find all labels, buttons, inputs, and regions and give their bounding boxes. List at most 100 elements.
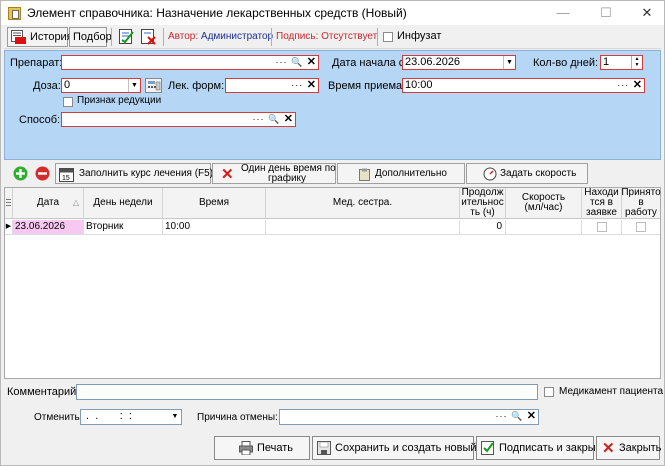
select-dots-icon[interactable]: ··· (276, 57, 288, 67)
bottom-panel: Комментарий: Медикамент пациента Отменит… (4, 380, 663, 464)
selection-button[interactable]: Подбор (69, 27, 112, 47)
fill-course-button[interactable]: 15 Заполнить курс лечения (F5) (55, 163, 213, 184)
clear-icon[interactable]: ✕ (527, 410, 537, 422)
column-header-nurse[interactable]: Мед. сестра. (266, 188, 460, 219)
chevron-down-icon[interactable]: ▼ (503, 56, 515, 69)
form-icon (8, 7, 21, 20)
column-header-accepted[interactable]: Принято в работу (621, 188, 661, 219)
search-icon[interactable]: 🔍 (291, 57, 303, 67)
cell-date[interactable]: 23.06.2026 (13, 220, 84, 235)
toolbar-separator (111, 28, 112, 46)
sign-doc-icon[interactable] (118, 28, 135, 45)
cell-weekday[interactable]: Вторник (84, 220, 163, 235)
column-header-weekday[interactable]: День недели (84, 188, 163, 219)
cell-time[interactable]: 10:00 (163, 220, 266, 235)
maximize-button[interactable]: ☐ (598, 5, 614, 21)
window-title: Элемент справочника: Назначение лекарств… (27, 6, 407, 20)
method-input[interactable]: ··· 🔍 ✕ (61, 112, 296, 127)
comment-input[interactable] (76, 384, 538, 400)
time-input[interactable]: 10:00 ··· ✕ (402, 78, 645, 93)
select-dots-icon[interactable]: ··· (496, 411, 508, 421)
additional-button[interactable]: Дополнительно (337, 163, 465, 184)
history-label: История (30, 31, 73, 43)
add-icon[interactable] (13, 166, 28, 181)
author-value: Администратор (200, 31, 274, 42)
drug-actions: ··· 🔍 ✕ (276, 56, 317, 69)
lek-form-input[interactable]: ··· ✕ (225, 78, 319, 93)
cell-in-request[interactable] (582, 220, 622, 235)
reduction-checkbox[interactable] (63, 97, 73, 107)
sign-check-icon (481, 441, 494, 455)
one-day-label-line2: графику (267, 173, 307, 184)
select-dots-icon[interactable]: ··· (253, 114, 265, 124)
one-day-button[interactable]: ✕ Один день время по графику (212, 163, 336, 184)
time-label: Время приема: (328, 80, 406, 92)
days-input[interactable]: 1 ▲ ▼ (600, 55, 643, 70)
close-label: Закрыть (619, 442, 662, 454)
search-icon[interactable]: 🔍 (511, 411, 523, 421)
sign-close-button[interactable]: Подписать и закрыть (476, 436, 606, 460)
save-new-icon (317, 441, 331, 455)
print-button[interactable]: Печать (214, 436, 310, 460)
lek-form-actions: ··· ✕ (291, 79, 317, 92)
dose-label: Доза: (33, 80, 61, 92)
close-window-button[interactable]: ✕ (639, 5, 655, 21)
save-new-button[interactable]: Сохранить и создать новый (F6) (312, 436, 500, 460)
search-icon[interactable]: 🔍 (268, 114, 280, 124)
title-bar: Элемент справочника: Назначение лекарств… (1, 1, 664, 25)
cell-nurse[interactable] (266, 220, 460, 235)
chevron-down-icon[interactable]: ▼ (128, 79, 140, 92)
minimize-button[interactable]: — (555, 5, 571, 21)
column-header-in-request[interactable]: Находи тся в заявке (582, 188, 622, 219)
days-label: Кол-во дней: (533, 57, 599, 69)
time-value: 10:00 (405, 79, 433, 91)
unsign-doc-icon[interactable] (140, 28, 157, 45)
cell-accepted[interactable] (622, 220, 660, 235)
remove-icon[interactable] (35, 166, 50, 181)
dose-input[interactable]: 0 ▼ (61, 78, 141, 93)
column-header-speed[interactable]: Скорость (мл/час) (506, 188, 582, 219)
close-button[interactable]: ✕ Закрыть (596, 436, 662, 460)
select-dots-icon[interactable]: ··· (617, 80, 629, 90)
grid-settings-icon[interactable] (6, 198, 11, 208)
column-header-time[interactable]: Время (163, 188, 266, 219)
infuzat-label: Инфузат (397, 30, 442, 42)
clear-icon[interactable]: ✕ (633, 79, 643, 91)
set-speed-button[interactable]: Задать скорость (466, 163, 588, 184)
clear-icon[interactable]: ✕ (284, 113, 294, 125)
print-label: Печать (257, 442, 294, 454)
select-dots-icon[interactable]: ··· (291, 80, 303, 90)
speed-header-line2: (мл/час) (524, 202, 563, 213)
current-row-indicator-icon: ▶ (5, 220, 13, 235)
svg-text:15: 15 (62, 175, 70, 182)
author-info: Автор: Администратор (168, 31, 273, 42)
main-window: Элемент справочника: Назначение лекарств… (0, 0, 665, 466)
method-actions: ··· 🔍 ✕ (253, 113, 294, 126)
calculator-icon[interactable] (145, 78, 162, 93)
reduction-label: Признак редукции (77, 95, 162, 106)
sign-close-label: Подписать и закрыть (499, 442, 607, 454)
toolbar: История Подбор Автор: Администратор Подп… (4, 25, 661, 49)
history-button[interactable]: История (7, 27, 73, 47)
in-request-checkbox[interactable] (597, 222, 607, 232)
nurse-header-label: Мед. сестра. (332, 197, 393, 208)
chevron-down-icon[interactable]: ▼ (169, 410, 181, 423)
cancel-reason-actions: ··· 🔍 ✕ (496, 410, 537, 423)
cell-speed[interactable] (506, 220, 582, 235)
cancel-reason-input[interactable]: ··· 🔍 ✕ (279, 409, 539, 425)
start-date-input[interactable]: 23.06.2026 ▼ (402, 55, 516, 70)
clear-icon[interactable]: ✕ (307, 79, 317, 91)
stepper-icon[interactable]: ▲ ▼ (631, 56, 642, 69)
toolbar-separator (377, 28, 378, 46)
infuzat-checkbox[interactable] (383, 32, 393, 42)
patient-drug-checkbox[interactable] (544, 387, 554, 397)
cancel-date-input[interactable]: . . : : ▼ (80, 409, 182, 425)
cell-duration[interactable]: 0 (460, 220, 506, 235)
time-header-label: Время (198, 197, 230, 208)
column-header-date[interactable]: Дата △ (13, 188, 84, 219)
accepted-checkbox[interactable] (636, 222, 646, 232)
drug-input[interactable]: ··· 🔍 ✕ (61, 55, 319, 70)
comment-label: Комментарий: (7, 386, 80, 398)
clear-icon[interactable]: ✕ (307, 56, 317, 68)
column-header-duration[interactable]: Продолж ительнос ть (ч) (460, 188, 506, 219)
